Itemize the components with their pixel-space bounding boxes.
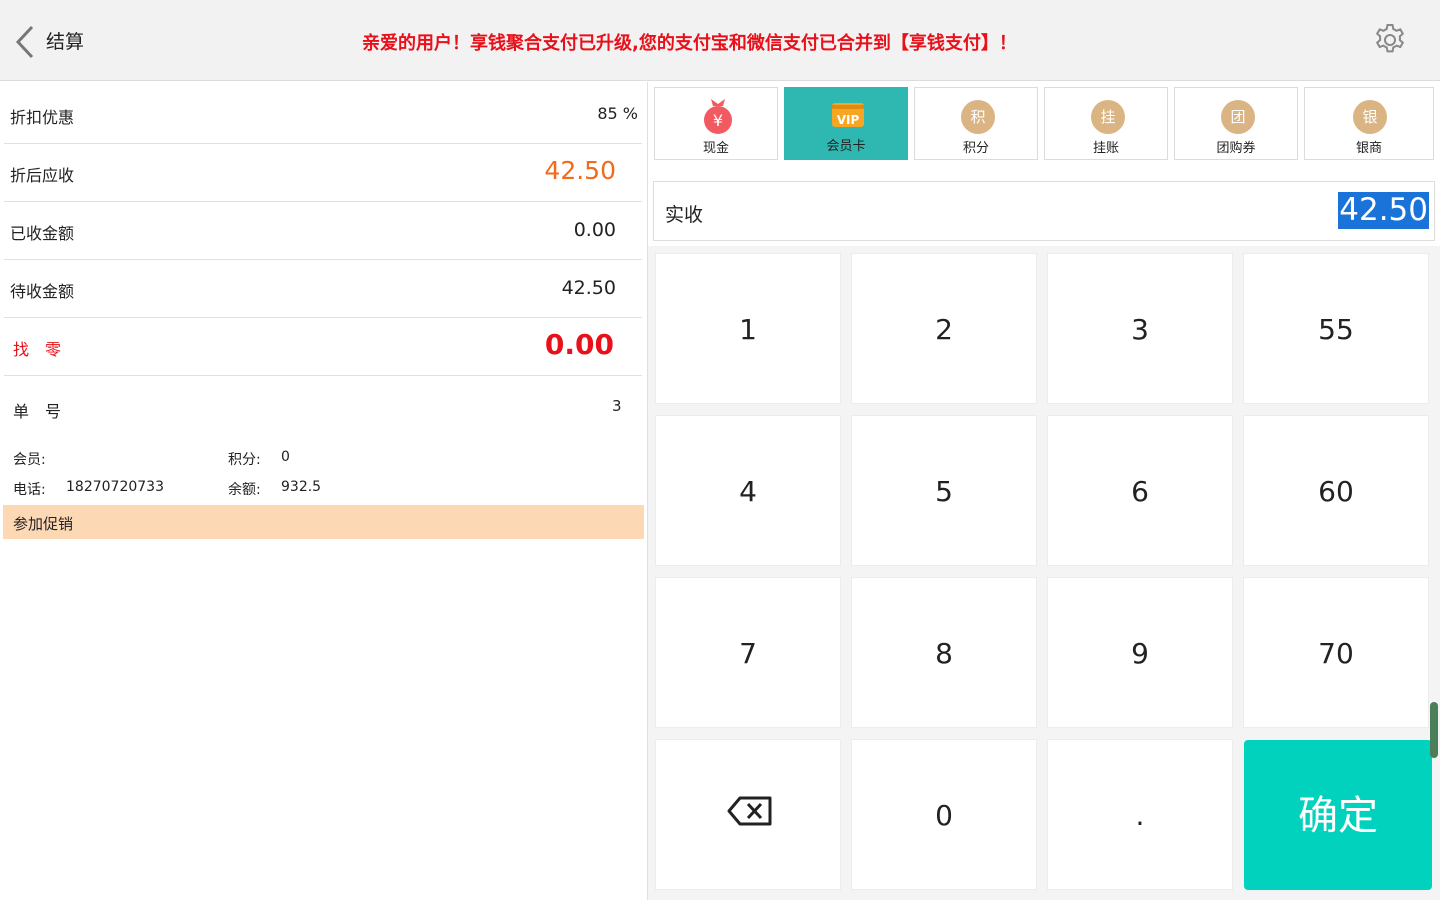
- key-9-label: 9: [1131, 637, 1149, 670]
- unionpay-badge-icon: 银: [1353, 100, 1387, 134]
- pay-method-vip-card[interactable]: VIP 会员卡: [784, 87, 908, 160]
- receivable-value: 42.50: [544, 156, 616, 185]
- key-5-label: 5: [935, 475, 953, 508]
- key-55-label: 55: [1318, 313, 1354, 346]
- key-8[interactable]: 8: [851, 577, 1037, 728]
- discount-value: 85 %: [597, 104, 638, 123]
- key-5[interactable]: 5: [851, 415, 1037, 566]
- phone-label: 电话:: [13, 482, 46, 498]
- pending-row: 待收金额 42.50: [4, 260, 642, 318]
- pending-label: 待收金额: [10, 282, 75, 301]
- chevron-left-icon[interactable]: [12, 24, 42, 60]
- pay-method-credit-label: 挂账: [1092, 141, 1119, 156]
- page-title: 结算: [46, 31, 85, 53]
- amount-received-input[interactable]: 42.50: [1338, 192, 1429, 229]
- key-4[interactable]: 4: [655, 415, 841, 566]
- gear-icon[interactable]: [1372, 22, 1408, 58]
- pay-method-cash-label: 现金: [702, 141, 729, 156]
- scrollbar-thumb[interactable]: [1430, 702, 1438, 758]
- key-0-label: 0: [935, 799, 953, 832]
- key-60-label: 60: [1318, 475, 1354, 508]
- pay-method-unionpay-label: 银商: [1355, 141, 1382, 156]
- order-no-label: 单 号: [13, 402, 62, 421]
- order-no-value: 3: [612, 397, 622, 415]
- key-7-label: 7: [739, 637, 757, 670]
- backspace-button[interactable]: [655, 739, 841, 890]
- change-row: 找 零 0.00: [4, 318, 642, 376]
- phone-value: 18270720733: [66, 479, 164, 495]
- numeric-keypad: 1 2 3 55 4 5 6 60 7 8 9 70 0 . 确定: [648, 246, 1440, 900]
- key-9[interactable]: 9: [1047, 577, 1233, 728]
- key-6[interactable]: 6: [1047, 415, 1233, 566]
- key-3[interactable]: 3: [1047, 253, 1233, 404]
- change-label: 找 零: [13, 340, 62, 359]
- key-4-label: 4: [739, 475, 757, 508]
- balance-value: 932.5: [281, 479, 322, 495]
- amount-received-box: 实收 42.50: [653, 181, 1435, 241]
- pay-method-cash[interactable]: ¥ 现金: [654, 87, 778, 160]
- pay-method-vip-card-label: 会员卡: [826, 139, 866, 154]
- pay-method-credit[interactable]: 挂 挂账: [1044, 87, 1168, 160]
- key-dot-label: .: [1135, 799, 1145, 832]
- pay-method-group-coupon-label: 团购券: [1216, 141, 1256, 156]
- received-value: 0.00: [573, 219, 616, 241]
- key-8-label: 8: [935, 637, 953, 670]
- points-badge-icon: 积: [961, 100, 995, 134]
- key-3-label: 3: [1131, 313, 1149, 346]
- top-bar: 结算 亲爱的用户！享钱聚合支付已升级,您的支付宝和微信支付已合并到【享钱支付】！: [0, 0, 1440, 81]
- amount-received-label: 实收: [665, 204, 704, 226]
- money-bag-icon: ¥: [704, 99, 732, 134]
- receivable-label: 折后应收: [10, 166, 75, 185]
- balance-label: 余额:: [228, 482, 261, 498]
- key-55[interactable]: 55: [1243, 253, 1429, 404]
- confirm-button[interactable]: 确定: [1244, 740, 1432, 890]
- key-6-label: 6: [1131, 475, 1149, 508]
- change-value: 0.00: [544, 328, 614, 361]
- key-2-label: 2: [935, 313, 953, 346]
- vip-card-icon: VIP: [832, 103, 864, 127]
- upgrade-notice: 亲爱的用户！享钱聚合支付已升级,您的支付宝和微信支付已合并到【享钱支付】！: [362, 33, 1017, 54]
- join-promotion-button[interactable]: 参加促销: [3, 505, 644, 539]
- pay-method-unionpay[interactable]: 银 银商: [1304, 87, 1434, 160]
- points-value: 0: [281, 449, 290, 465]
- member-label: 会员:: [13, 452, 46, 468]
- checkout-summary-panel: 折扣优惠 85 % 折后应收 42.50 已收金额 0.00 待收金额 42.5…: [0, 82, 648, 900]
- points-label: 积分:: [228, 452, 261, 468]
- pay-method-points-label: 积分: [962, 141, 989, 156]
- key-70-label: 70: [1318, 637, 1354, 670]
- discount-label: 折扣优惠: [10, 108, 75, 127]
- key-0[interactable]: 0: [851, 739, 1037, 890]
- svg-text:¥: ¥: [713, 111, 723, 130]
- receivable-row: 折后应收 42.50: [4, 144, 642, 202]
- backspace-icon: [727, 796, 772, 826]
- key-1-label: 1: [739, 313, 757, 346]
- received-row: 已收金额 0.00: [4, 202, 642, 260]
- discount-row: 折扣优惠 85 %: [4, 82, 642, 144]
- svg-text:VIP: VIP: [837, 113, 860, 127]
- received-label: 已收金额: [10, 224, 75, 243]
- pending-value: 42.50: [561, 277, 616, 299]
- key-dot[interactable]: .: [1047, 739, 1233, 890]
- pay-method-group-coupon[interactable]: 团 团购券: [1174, 87, 1298, 160]
- key-2[interactable]: 2: [851, 253, 1037, 404]
- confirm-label: 确定: [1298, 793, 1378, 839]
- key-70[interactable]: 70: [1243, 577, 1429, 728]
- key-60[interactable]: 60: [1243, 415, 1429, 566]
- key-1[interactable]: 1: [655, 253, 841, 404]
- group-coupon-badge-icon: 团: [1221, 100, 1255, 134]
- join-promotion-label: 参加促销: [13, 515, 74, 533]
- key-7[interactable]: 7: [655, 577, 841, 728]
- pay-method-points[interactable]: 积 积分: [914, 87, 1038, 160]
- credit-badge-icon: 挂: [1091, 100, 1125, 134]
